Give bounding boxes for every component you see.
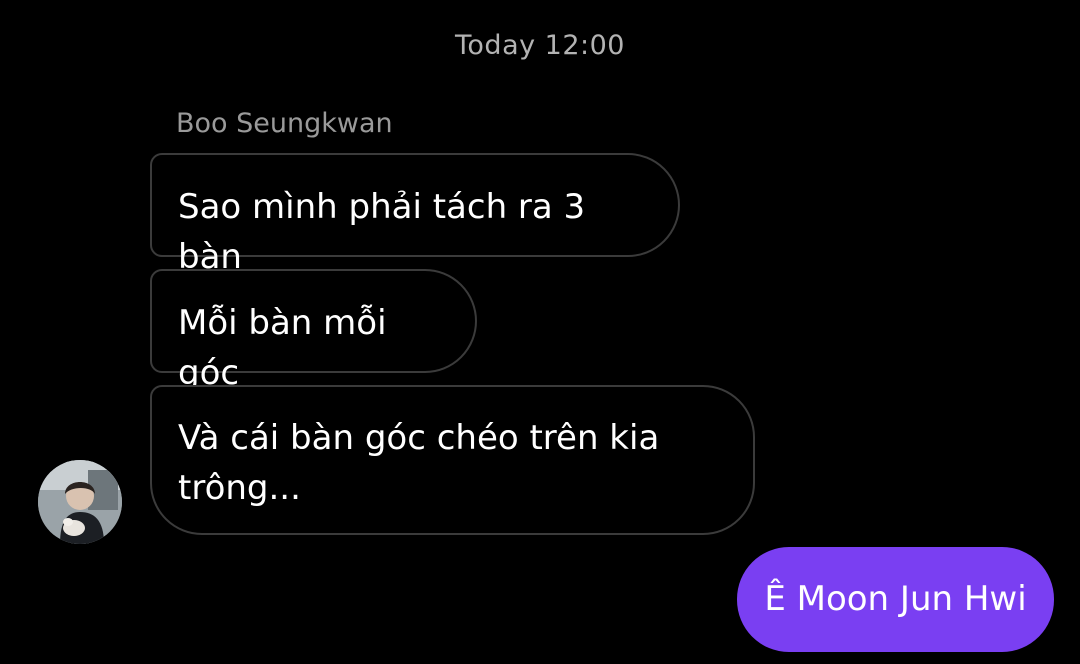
message-text: Và cái bàn góc chéo trên kia trông... bbox=[178, 418, 660, 508]
incoming-message-bubble[interactable]: Và cái bàn góc chéo trên kia trông... bbox=[150, 385, 755, 535]
outgoing-message-bubble[interactable]: Ê Moon Jun Hwi bbox=[737, 547, 1054, 652]
message-timestamp: Today 12:00 bbox=[455, 30, 625, 61]
incoming-message-bubble[interactable]: Sao mình phải tách ra 3 bàn bbox=[150, 153, 680, 277]
sender-name: Boo Seungkwan bbox=[176, 108, 393, 139]
incoming-message-bubble[interactable]: Mỗi bàn mỗi góc bbox=[150, 269, 477, 393]
message-text: Sao mình phải tách ra 3 bàn bbox=[178, 187, 586, 277]
message-text: Mỗi bàn mỗi góc bbox=[178, 303, 387, 393]
sender-avatar[interactable] bbox=[38, 460, 122, 544]
message-text: Ê Moon Jun Hwi bbox=[764, 579, 1027, 619]
avatar-photo-icon bbox=[38, 460, 122, 544]
